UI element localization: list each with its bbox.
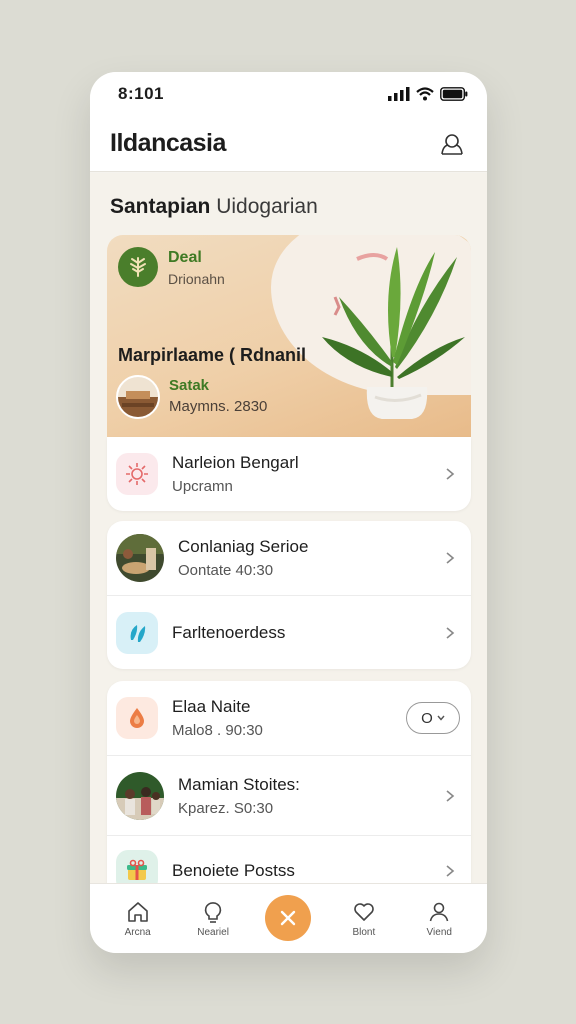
- list-item-subtitle: Oontate 40:30: [178, 562, 274, 579]
- list-item-subtitle: Kparez. S0:30: [178, 799, 274, 817]
- close-icon: [281, 910, 296, 925]
- section-title-regular: Uidogarian: [216, 195, 318, 218]
- potted-plant-illustration: [322, 247, 465, 419]
- app-bar: Ildancasia: [90, 116, 487, 172]
- tab-label: Arcna: [124, 926, 151, 938]
- battery-icon: [440, 87, 468, 101]
- status-time: 8:101: [118, 84, 164, 103]
- hero-headline: Marpirlaame ( Rdnanil: [118, 345, 307, 365]
- tab-label: Viend: [426, 926, 452, 938]
- list-item[interactable]: Narleion Bengarl Upcramn: [107, 437, 471, 511]
- tab-profile[interactable]: Viend: [409, 900, 469, 938]
- hero-banner[interactable]: Deal Drionahn Marpirlaame ( Rdnanil Sata…: [107, 235, 471, 437]
- status-bar: 8:101: [90, 72, 487, 116]
- tab-favorites[interactable]: Blont: [334, 900, 394, 938]
- section-heading: Santapian Uidogarian: [110, 195, 318, 219]
- list-item-title: Benoiete Postss: [172, 860, 295, 880]
- chevron-right-icon: [446, 552, 455, 564]
- tab-center-action[interactable]: [258, 894, 318, 941]
- list-item-title: Narleion Bengarl: [172, 453, 299, 472]
- hero-meta: Maymns. 2830: [169, 398, 268, 415]
- heart-icon: [354, 902, 374, 921]
- list-item-title: Farltenoerdess: [172, 622, 286, 642]
- dropdown-toggle[interactable]: O: [406, 702, 460, 734]
- list-item-title: Mamian Stoites:: [178, 774, 300, 794]
- deal-label: Deal: [168, 249, 202, 266]
- chevron-down-icon: [437, 715, 445, 721]
- center-action-button[interactable]: [265, 894, 312, 941]
- list-item-title: Elaa Naite: [172, 697, 251, 716]
- profile-icon: [441, 133, 463, 155]
- drop-icon: [116, 697, 158, 739]
- sun-flower-icon: [116, 453, 158, 495]
- profile-button[interactable]: [437, 129, 467, 159]
- chevron-right-icon: [446, 864, 455, 877]
- card-group-2: Conlaniag Serioe Oontate 40:30 Farltenoe…: [107, 521, 471, 669]
- tab-home[interactable]: Arcna: [108, 900, 168, 938]
- bottom-tab-bar: Arcna Neariel Blont Viend: [90, 883, 487, 953]
- system-icons: [388, 87, 468, 101]
- home-icon: [127, 901, 148, 922]
- tab-label: Neariel: [197, 926, 229, 938]
- main-content[interactable]: Santapian Uidogarian Deal Drionahn Marpi…: [90, 173, 487, 905]
- people-photo: [116, 771, 164, 820]
- list-item[interactable]: Conlaniag Serioe Oontate 40:30: [107, 521, 471, 595]
- wheat-icon: [130, 257, 146, 277]
- hero-tag: Satak: [169, 377, 210, 394]
- list-item[interactable]: Elaa Naite Malo8 . 90:30 O: [107, 681, 471, 755]
- list-item-title: Conlaniag Serioe: [178, 537, 309, 556]
- phone-frame: 8:101 Ildancasia Santapian Uidogarian De…: [90, 72, 487, 953]
- card-group-1: Narleion Bengarl Upcramn: [107, 437, 471, 511]
- bulb-icon: [204, 901, 222, 923]
- section-title-bold: Santapian: [110, 195, 211, 218]
- app-title: Ildancasia: [110, 129, 226, 157]
- tab-label: Blont: [352, 926, 376, 938]
- list-item-subtitle: Malo8 . 90:30: [172, 722, 263, 739]
- cafe-photo: [116, 534, 164, 582]
- deal-subtitle: Drionahn: [168, 271, 225, 287]
- list-item[interactable]: Farltenoerdess: [107, 595, 471, 669]
- chevron-right-icon: [446, 468, 455, 480]
- hero-thumbnail: [116, 375, 160, 419]
- chevron-right-icon: [446, 626, 455, 639]
- tab-ideas[interactable]: Neariel: [183, 900, 243, 938]
- list-item[interactable]: Mamian Stoites: Kparez. S0:30: [107, 755, 471, 835]
- toggle-value: O: [421, 709, 433, 727]
- leaf-icon: [116, 611, 158, 654]
- list-item-subtitle: Upcramn: [172, 478, 233, 495]
- deal-badge: [118, 247, 158, 287]
- card-group-3: Elaa Naite Malo8 . 90:30 O Mamian Stoite…: [107, 681, 471, 905]
- user-icon: [429, 902, 449, 921]
- signal-icon: [388, 87, 410, 101]
- wifi-icon: [416, 87, 434, 101]
- chevron-right-icon: [446, 789, 455, 802]
